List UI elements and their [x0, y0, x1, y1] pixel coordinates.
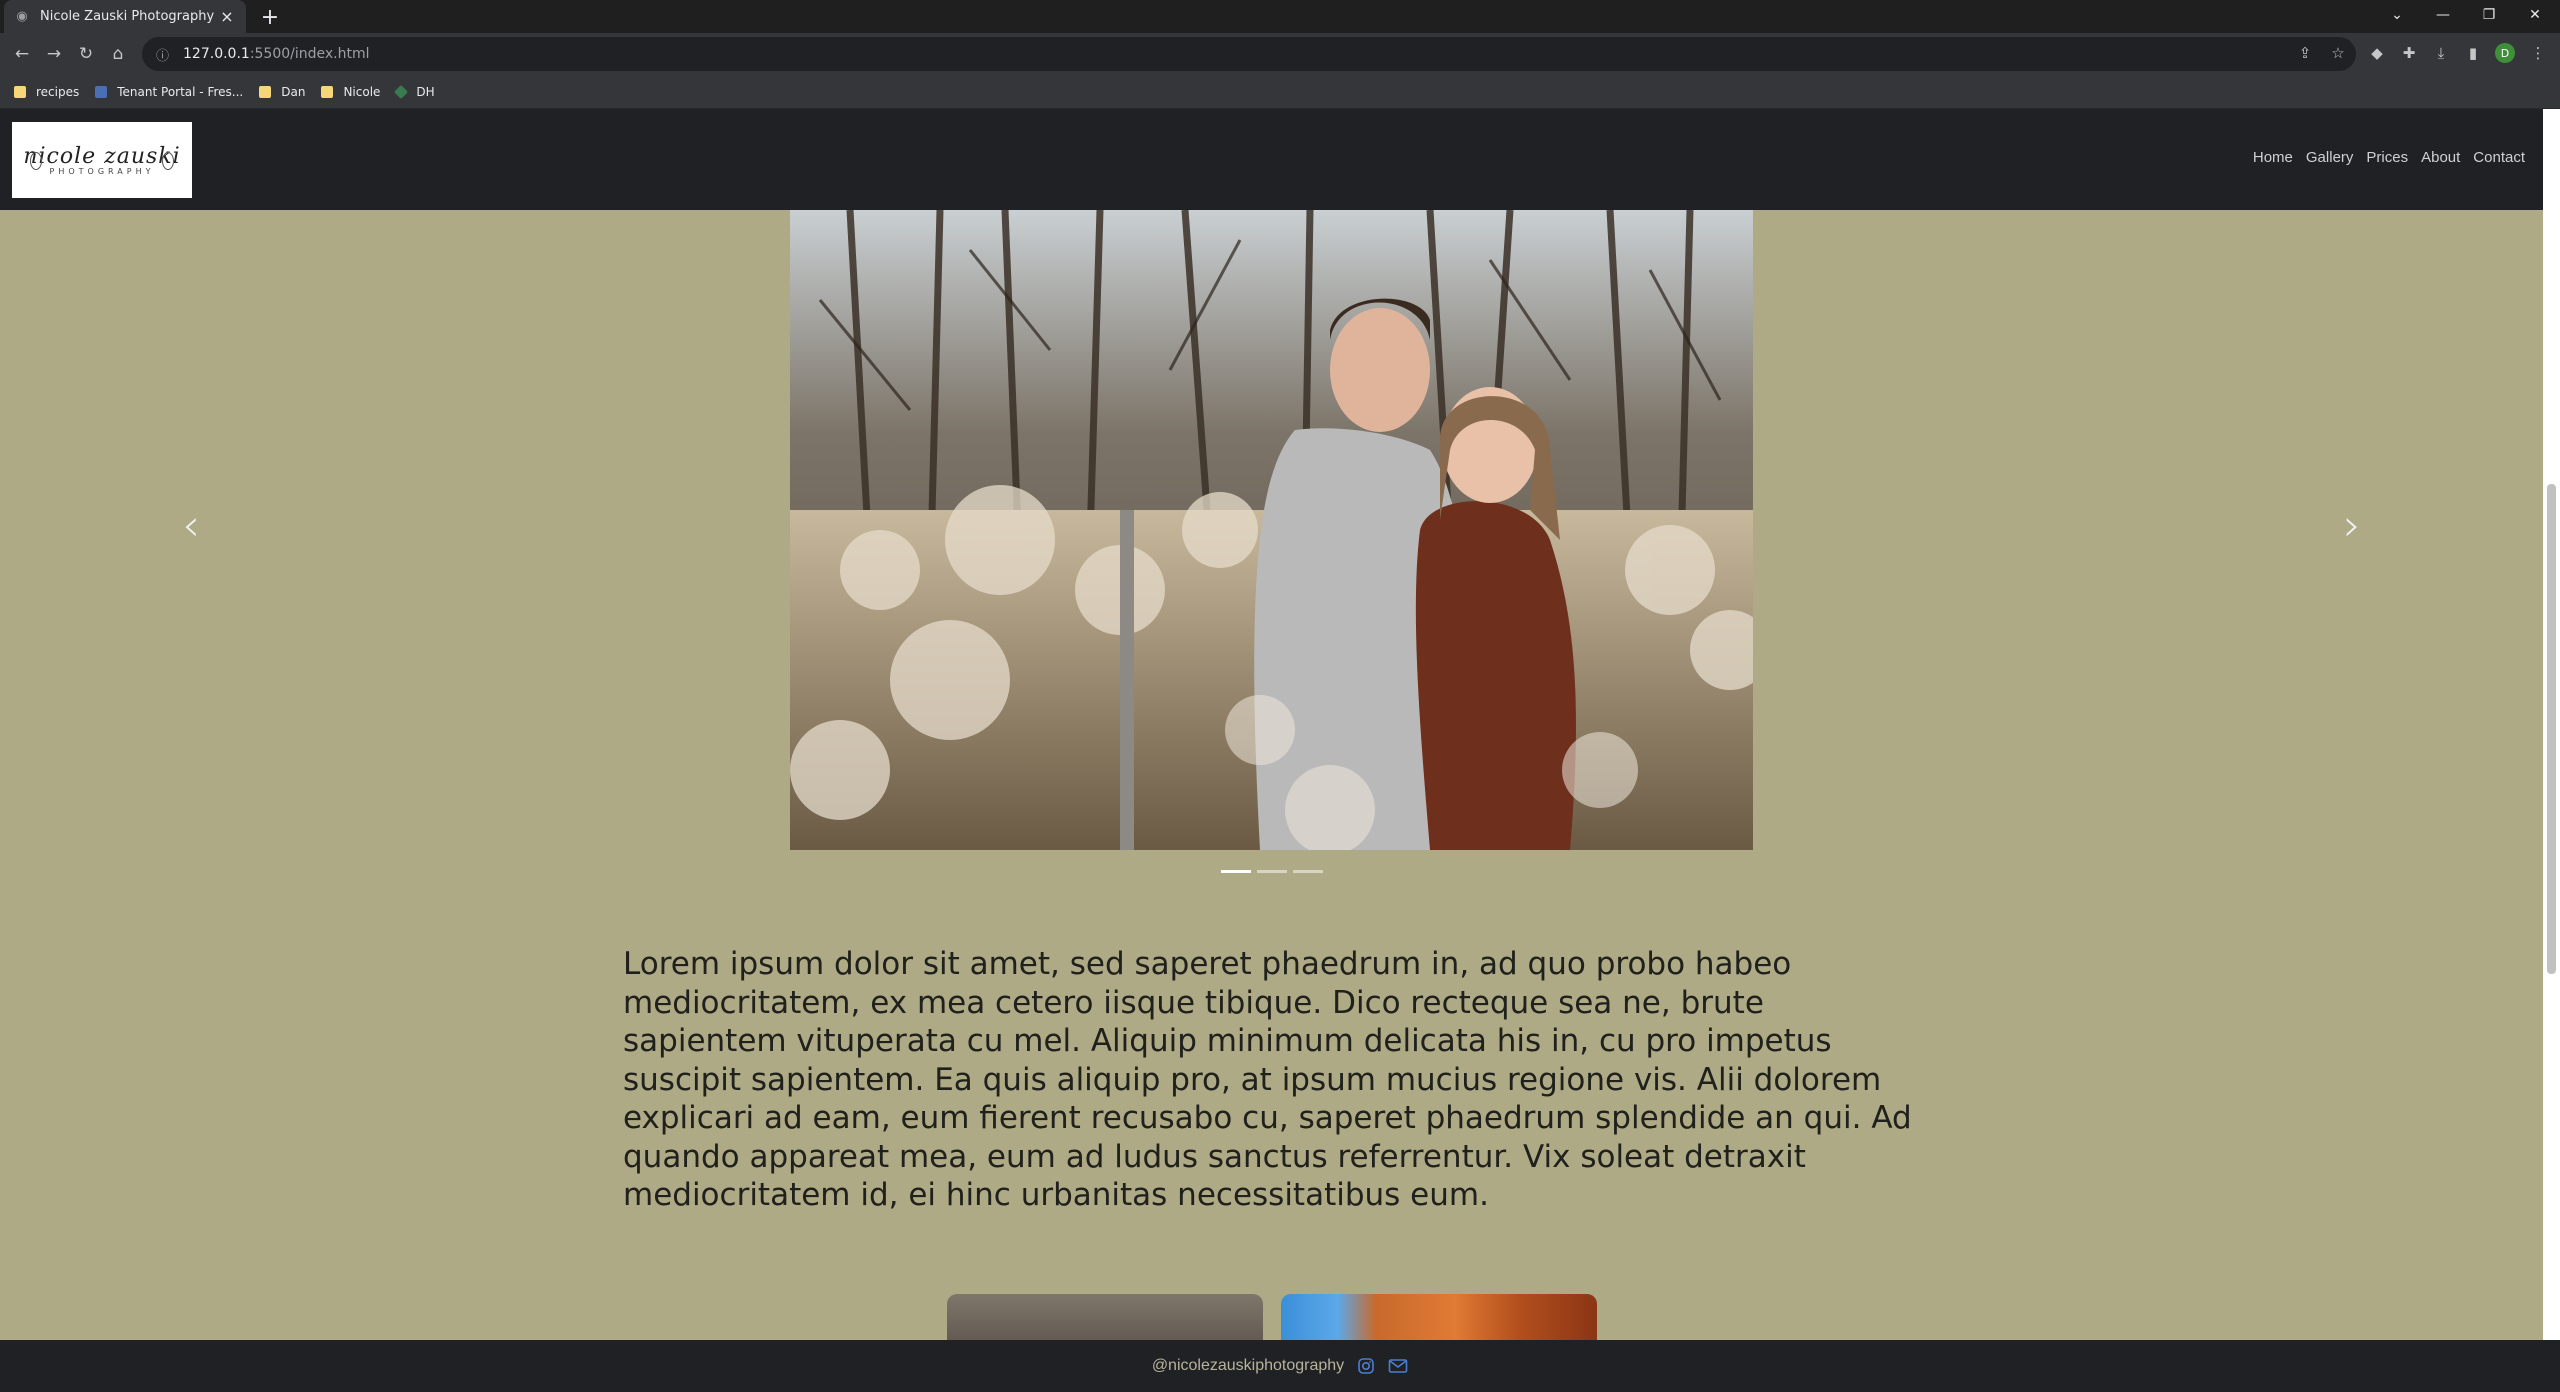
- tab-search-icon[interactable]: ⌄: [2374, 0, 2420, 30]
- restore-icon[interactable]: ❐: [2466, 0, 2512, 30]
- download-icon[interactable]: ⤓: [2430, 42, 2452, 64]
- nav-home[interactable]: Home: [2253, 149, 2293, 166]
- url-text: 127.0.0.1:5500/index.html: [183, 46, 370, 62]
- close-tab-icon[interactable]: ×: [218, 7, 236, 26]
- instagram-handle[interactable]: @nicolezauskiphotography: [1152, 1357, 1344, 1375]
- bitwarden-extension-icon[interactable]: ◆: [2366, 42, 2388, 64]
- home-icon[interactable]: ⌂: [106, 42, 130, 66]
- bookmark-nicole[interactable]: Nicole: [321, 85, 380, 99]
- instagram-icon[interactable]: [1356, 1356, 1376, 1376]
- browser-tab[interactable]: ◉ Nicole Zauski Photography ×: [4, 0, 246, 33]
- bookmark-tenant-portal[interactable]: Tenant Portal - Fres...: [95, 85, 243, 99]
- carousel-next-icon[interactable]: ›: [2332, 500, 2372, 551]
- site-footer: @nicolezauskiphotography: [0, 1340, 2560, 1392]
- page-scrollbar[interactable]: [2543, 109, 2560, 1340]
- tab-title: Nicole Zauski Photography: [40, 9, 215, 24]
- carousel-photo: [790, 210, 1753, 850]
- site-logo[interactable]: nicole zauski PHOTOGRAPHY: [12, 122, 192, 198]
- back-icon[interactable]: ←: [10, 42, 34, 66]
- bookmark-star-icon[interactable]: ☆: [2327, 42, 2349, 64]
- carousel-prev-icon[interactable]: ‹: [171, 500, 211, 551]
- scrollbar-thumb[interactable]: [2547, 484, 2556, 974]
- share-icon[interactable]: ⇪: [2294, 42, 2316, 64]
- side-panel-icon[interactable]: ▮: [2462, 42, 2484, 64]
- carousel-indicator[interactable]: [1257, 870, 1287, 873]
- nav-prices[interactable]: Prices: [2366, 149, 2408, 166]
- bookmarks-bar: recipes Tenant Portal - Fres... Dan Nico…: [0, 75, 2560, 109]
- bookmark-dan[interactable]: Dan: [259, 85, 305, 99]
- laurel-left-icon: [30, 152, 42, 170]
- profile-avatar[interactable]: D: [2495, 43, 2515, 63]
- site-info-icon[interactable]: ⓘ: [156, 45, 169, 64]
- intro-paragraph: Lorem ipsum dolor sit amet, sed saperet …: [623, 946, 1912, 1213]
- folder-icon: [14, 85, 26, 98]
- browser-tabstrip: ◉ Nicole Zauski Photography × + ⌄ — ❐ ✕: [0, 0, 2560, 33]
- site-nav: Home Gallery Prices About Contact: [2253, 149, 2525, 166]
- camera-favicon-icon: ◉: [16, 9, 28, 24]
- new-tab-button[interactable]: +: [258, 5, 282, 30]
- folder-icon: [321, 85, 334, 98]
- extensions-puzzle-icon[interactable]: ✚: [2398, 42, 2420, 64]
- bookmark-dh[interactable]: DH: [394, 84, 435, 99]
- email-icon[interactable]: [1388, 1356, 1408, 1376]
- nav-about[interactable]: About: [2421, 149, 2460, 166]
- window-close-icon[interactable]: ✕: [2512, 0, 2558, 30]
- logo-caps-text: PHOTOGRAPHY: [49, 167, 155, 176]
- folder-icon: [259, 85, 272, 98]
- carousel-indicators: [1221, 870, 1323, 873]
- site-header: nicole zauski PHOTOGRAPHY Home Gallery P…: [0, 109, 2543, 210]
- menu-kebab-icon[interactable]: ⋮: [2527, 42, 2549, 64]
- bookmark-recipes[interactable]: recipes: [14, 85, 79, 99]
- dh-icon: [394, 84, 409, 99]
- photo-carousel: ‹ ›: [0, 210, 2543, 890]
- nav-gallery[interactable]: Gallery: [2306, 149, 2354, 166]
- forward-icon[interactable]: →: [42, 42, 66, 66]
- nav-contact[interactable]: Contact: [2473, 149, 2525, 166]
- laurel-right-icon: [162, 152, 174, 170]
- reload-icon[interactable]: ↻: [74, 42, 98, 66]
- minimize-icon[interactable]: —: [2420, 0, 2466, 30]
- carousel-indicator[interactable]: [1221, 870, 1251, 873]
- couple-photo-illustration: [790, 210, 1753, 850]
- browser-toolbar: ← → ↻ ⌂ ⓘ 127.0.0.1:5500/index.html: [0, 33, 2560, 75]
- portal-icon: [95, 85, 108, 98]
- carousel-indicator[interactable]: [1293, 870, 1323, 873]
- logo-script-text: nicole zauski: [23, 144, 181, 169]
- address-bar[interactable]: ⓘ 127.0.0.1:5500/index.html: [142, 37, 2356, 71]
